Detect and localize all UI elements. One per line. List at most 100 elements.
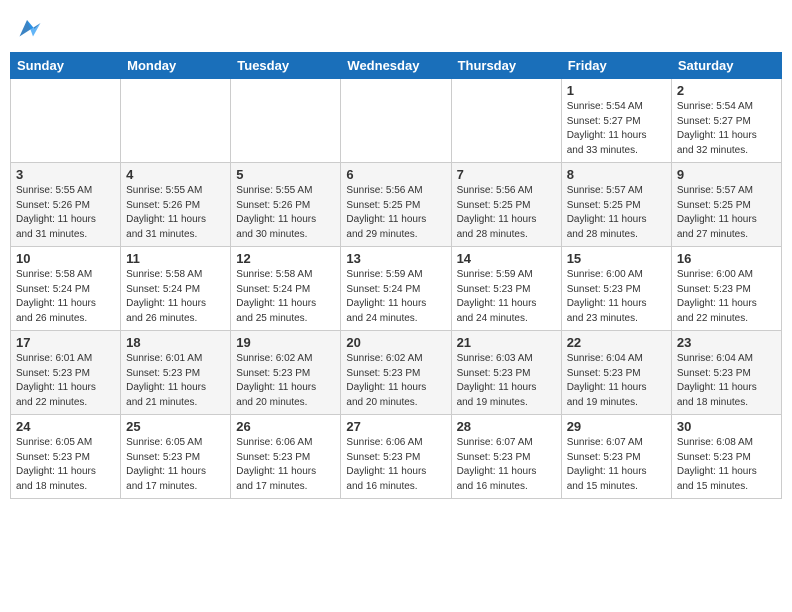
calendar-body: 1Sunrise: 5:54 AM Sunset: 5:27 PM Daylig… <box>11 79 782 499</box>
calendar-cell: 22 Sunrise: 6:04 AM Sunset: 5:23 PM Dayli… <box>561 331 671 415</box>
calendar-weekday-saturday: Saturday <box>671 53 781 79</box>
calendar-cell: 10 Sunrise: 5:58 AM Sunset: 5:24 PM Dayli… <box>11 247 121 331</box>
calendar: SundayMondayTuesdayWednesdayThursdayFrid… <box>10 52 782 499</box>
day-number: 22 <box>567 335 666 350</box>
calendar-cell: 21 Sunrise: 6:03 AM Sunset: 5:23 PM Dayli… <box>451 331 561 415</box>
calendar-cell: 23 Sunrise: 6:04 AM Sunset: 5:23 PM Dayli… <box>671 331 781 415</box>
calendar-cell: 11 Sunrise: 5:58 AM Sunset: 5:24 PM Dayli… <box>121 247 231 331</box>
calendar-cell: 9 Sunrise: 5:57 AM Sunset: 5:25 PM Daylig… <box>671 163 781 247</box>
calendar-cell: 7 Sunrise: 5:56 AM Sunset: 5:25 PM Daylig… <box>451 163 561 247</box>
day-number: 17 <box>16 335 115 350</box>
day-info: Sunrise: 6:08 AM Sunset: 5:23 PM Dayligh… <box>677 436 776 494</box>
day-number: 26 <box>236 419 335 434</box>
calendar-header: SundayMondayTuesdayWednesdayThursdayFrid… <box>11 53 782 79</box>
day-number: 12 <box>236 251 335 266</box>
day-info: Sunrise: 6:07 AM Sunset: 5:23 PM Dayligh… <box>457 436 556 494</box>
day-info: Sunrise: 5:58 AM Sunset: 5:24 PM Dayligh… <box>236 268 335 326</box>
calendar-cell: 19 Sunrise: 6:02 AM Sunset: 5:23 PM Dayli… <box>231 331 341 415</box>
calendar-cell: 8 Sunrise: 5:57 AM Sunset: 5:25 PM Daylig… <box>561 163 671 247</box>
calendar-week-4: 17 Sunrise: 6:01 AM Sunset: 5:23 PM Dayli… <box>11 331 782 415</box>
calendar-cell: 2 Sunrise: 5:54 AM Sunset: 5:27 PM Daylig… <box>671 79 781 163</box>
day-info: Sunrise: 5:57 AM Sunset: 5:25 PM Dayligh… <box>567 184 666 242</box>
day-number: 16 <box>677 251 776 266</box>
day-info: Sunrise: 5:55 AM Sunset: 5:26 PM Dayligh… <box>16 184 115 242</box>
calendar-cell <box>341 79 451 163</box>
calendar-cell: 15 Sunrise: 6:00 AM Sunset: 5:23 PM Dayli… <box>561 247 671 331</box>
day-number: 23 <box>677 335 776 350</box>
calendar-cell: 16 Sunrise: 6:00 AM Sunset: 5:23 PM Dayli… <box>671 247 781 331</box>
calendar-cell: 26 Sunrise: 6:06 AM Sunset: 5:23 PM Dayli… <box>231 415 341 499</box>
day-info: Sunrise: 6:05 AM Sunset: 5:23 PM Dayligh… <box>126 436 225 494</box>
day-number: 9 <box>677 167 776 182</box>
day-info: Sunrise: 5:59 AM Sunset: 5:24 PM Dayligh… <box>346 268 445 326</box>
day-number: 10 <box>16 251 115 266</box>
day-number: 29 <box>567 419 666 434</box>
day-number: 19 <box>236 335 335 350</box>
day-info: Sunrise: 6:01 AM Sunset: 5:23 PM Dayligh… <box>16 352 115 410</box>
calendar-cell: 3 Sunrise: 5:55 AM Sunset: 5:26 PM Daylig… <box>11 163 121 247</box>
day-number: 18 <box>126 335 225 350</box>
page-header <box>10 10 782 44</box>
day-number: 28 <box>457 419 556 434</box>
calendar-weekday-sunday: Sunday <box>11 53 121 79</box>
calendar-cell: 25 Sunrise: 6:05 AM Sunset: 5:23 PM Dayli… <box>121 415 231 499</box>
day-info: Sunrise: 6:04 AM Sunset: 5:23 PM Dayligh… <box>567 352 666 410</box>
day-number: 11 <box>126 251 225 266</box>
day-number: 3 <box>16 167 115 182</box>
day-number: 2 <box>677 83 776 98</box>
day-info: Sunrise: 5:56 AM Sunset: 5:25 PM Dayligh… <box>346 184 445 242</box>
day-number: 8 <box>567 167 666 182</box>
day-info: Sunrise: 5:54 AM Sunset: 5:27 PM Dayligh… <box>677 100 776 158</box>
day-number: 25 <box>126 419 225 434</box>
day-info: Sunrise: 6:07 AM Sunset: 5:23 PM Dayligh… <box>567 436 666 494</box>
calendar-cell: 30 Sunrise: 6:08 AM Sunset: 5:23 PM Dayli… <box>671 415 781 499</box>
logo-icon <box>12 14 42 44</box>
day-info: Sunrise: 5:58 AM Sunset: 5:24 PM Dayligh… <box>126 268 225 326</box>
day-number: 20 <box>346 335 445 350</box>
calendar-cell: 5 Sunrise: 5:55 AM Sunset: 5:26 PM Daylig… <box>231 163 341 247</box>
day-number: 15 <box>567 251 666 266</box>
day-number: 7 <box>457 167 556 182</box>
day-info: Sunrise: 6:06 AM Sunset: 5:23 PM Dayligh… <box>236 436 335 494</box>
day-info: Sunrise: 5:59 AM Sunset: 5:23 PM Dayligh… <box>457 268 556 326</box>
day-number: 14 <box>457 251 556 266</box>
day-info: Sunrise: 6:02 AM Sunset: 5:23 PM Dayligh… <box>236 352 335 410</box>
calendar-cell: 27Sunrise: 6:06 AM Sunset: 5:23 PM Dayli… <box>341 415 451 499</box>
day-info: Sunrise: 5:57 AM Sunset: 5:25 PM Dayligh… <box>677 184 776 242</box>
calendar-cell: 13Sunrise: 5:59 AM Sunset: 5:24 PM Dayli… <box>341 247 451 331</box>
calendar-cell: 18Sunrise: 6:01 AM Sunset: 5:23 PM Dayli… <box>121 331 231 415</box>
day-number: 30 <box>677 419 776 434</box>
calendar-cell: 12 Sunrise: 5:58 AM Sunset: 5:24 PM Dayli… <box>231 247 341 331</box>
calendar-cell <box>11 79 121 163</box>
day-number: 27 <box>346 419 445 434</box>
day-info: Sunrise: 5:56 AM Sunset: 5:25 PM Dayligh… <box>457 184 556 242</box>
day-info: Sunrise: 6:02 AM Sunset: 5:23 PM Dayligh… <box>346 352 445 410</box>
day-number: 5 <box>236 167 335 182</box>
calendar-weekday-wednesday: Wednesday <box>341 53 451 79</box>
calendar-cell: 14 Sunrise: 5:59 AM Sunset: 5:23 PM Dayli… <box>451 247 561 331</box>
day-info: Sunrise: 6:00 AM Sunset: 5:23 PM Dayligh… <box>677 268 776 326</box>
day-info: Sunrise: 5:55 AM Sunset: 5:26 PM Dayligh… <box>126 184 225 242</box>
calendar-weekday-friday: Friday <box>561 53 671 79</box>
calendar-cell <box>451 79 561 163</box>
day-info: Sunrise: 6:00 AM Sunset: 5:23 PM Dayligh… <box>567 268 666 326</box>
day-info: Sunrise: 5:54 AM Sunset: 5:27 PM Dayligh… <box>567 100 666 158</box>
calendar-weekday-monday: Monday <box>121 53 231 79</box>
day-info: Sunrise: 5:55 AM Sunset: 5:26 PM Dayligh… <box>236 184 335 242</box>
calendar-weekday-tuesday: Tuesday <box>231 53 341 79</box>
calendar-cell <box>231 79 341 163</box>
day-number: 24 <box>16 419 115 434</box>
calendar-week-1: 1Sunrise: 5:54 AM Sunset: 5:27 PM Daylig… <box>11 79 782 163</box>
calendar-cell: 20 Sunrise: 6:02 AM Sunset: 5:23 PM Dayli… <box>341 331 451 415</box>
calendar-cell: 17 Sunrise: 6:01 AM Sunset: 5:23 PM Dayli… <box>11 331 121 415</box>
calendar-cell: 4Sunrise: 5:55 AM Sunset: 5:26 PM Daylig… <box>121 163 231 247</box>
day-info: Sunrise: 6:03 AM Sunset: 5:23 PM Dayligh… <box>457 352 556 410</box>
day-number: 6 <box>346 167 445 182</box>
calendar-cell: 29 Sunrise: 6:07 AM Sunset: 5:23 PM Dayli… <box>561 415 671 499</box>
day-info: Sunrise: 6:04 AM Sunset: 5:23 PM Dayligh… <box>677 352 776 410</box>
calendar-weekday-thursday: Thursday <box>451 53 561 79</box>
calendar-cell: 28 Sunrise: 6:07 AM Sunset: 5:23 PM Dayli… <box>451 415 561 499</box>
day-number: 21 <box>457 335 556 350</box>
day-info: Sunrise: 6:05 AM Sunset: 5:23 PM Dayligh… <box>16 436 115 494</box>
day-info: Sunrise: 5:58 AM Sunset: 5:24 PM Dayligh… <box>16 268 115 326</box>
